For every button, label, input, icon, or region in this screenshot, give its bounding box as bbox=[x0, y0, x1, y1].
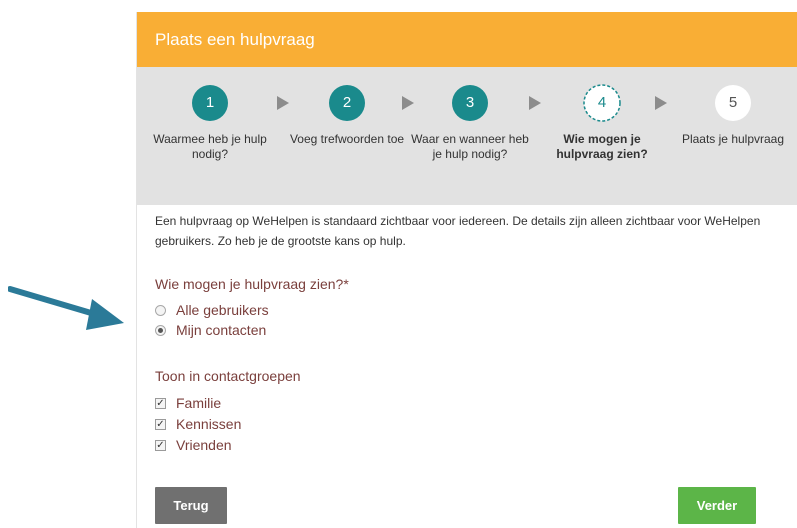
step-1-badge-icon: 1 bbox=[189, 82, 231, 124]
contact-groups-title: Toon in contactgroepen bbox=[155, 368, 301, 384]
step-4-badge-icon: 4 bbox=[581, 82, 623, 124]
step-2-label: Voeg trefwoorden toe bbox=[289, 132, 405, 146]
checkbox-checked-icon[interactable]: ✓ bbox=[155, 418, 166, 430]
next-button[interactable]: Verder bbox=[678, 487, 756, 524]
intro-text: Een hulpvraag op WeHelpen is standaard z… bbox=[155, 214, 761, 248]
step-separator-icon bbox=[529, 96, 541, 110]
back-button[interactable]: Terug bbox=[155, 487, 227, 524]
help-request-panel: Plaats een hulpvraag 1 Waarmee heb je hu… bbox=[136, 12, 797, 528]
step-5-badge-icon: 5 bbox=[712, 82, 754, 124]
step-5-label: Plaats je hulpvraag bbox=[681, 132, 785, 146]
step-indicator: 1 Waarmee heb je hulp nodig? 2 Voeg tref… bbox=[137, 67, 797, 205]
checkbox-label: Vrienden bbox=[176, 437, 232, 453]
checkbox-checked-icon[interactable]: ✓ bbox=[155, 397, 166, 409]
step-3-label: Waar en wanneer heb je hulp nodig? bbox=[411, 132, 529, 161]
radio-option-all-users[interactable]: Alle gebruikers bbox=[155, 301, 269, 319]
step-2-badge-icon: 2 bbox=[326, 82, 368, 124]
annotation-arrow-icon bbox=[8, 286, 124, 330]
page-title: Plaats een hulpvraag bbox=[155, 30, 315, 49]
panel-header: Plaats een hulpvraag bbox=[137, 12, 797, 67]
visibility-question: Wie mogen je hulpvraag zien?* bbox=[155, 276, 349, 292]
checkbox-label: Kennissen bbox=[176, 416, 242, 432]
checkbox-family[interactable]: ✓ Familie bbox=[155, 394, 221, 412]
radio-label: Mijn contacten bbox=[176, 322, 267, 338]
step-3-badge-icon: 3 bbox=[449, 82, 491, 124]
checkbox-checked-icon[interactable]: ✓ bbox=[155, 439, 166, 451]
step-separator-icon bbox=[655, 96, 667, 110]
radio-option-my-contacts[interactable]: Mijn contacten bbox=[155, 321, 266, 339]
step-separator-icon bbox=[402, 96, 414, 110]
radio-label: Alle gebruikers bbox=[176, 302, 269, 318]
checkbox-label: Familie bbox=[176, 395, 222, 411]
step-1-label: Waarmee heb je hulp nodig? bbox=[153, 132, 267, 161]
radio-button[interactable] bbox=[155, 304, 166, 316]
checkbox-acquaintances[interactable]: ✓ Kennissen bbox=[155, 415, 241, 433]
step-4-label: Wie mogen je hulpvraag zien? bbox=[556, 132, 648, 161]
checkbox-friends[interactable]: ✓ Vrienden bbox=[155, 436, 232, 454]
radio-button[interactable] bbox=[155, 324, 166, 336]
step-separator-icon bbox=[277, 96, 289, 110]
